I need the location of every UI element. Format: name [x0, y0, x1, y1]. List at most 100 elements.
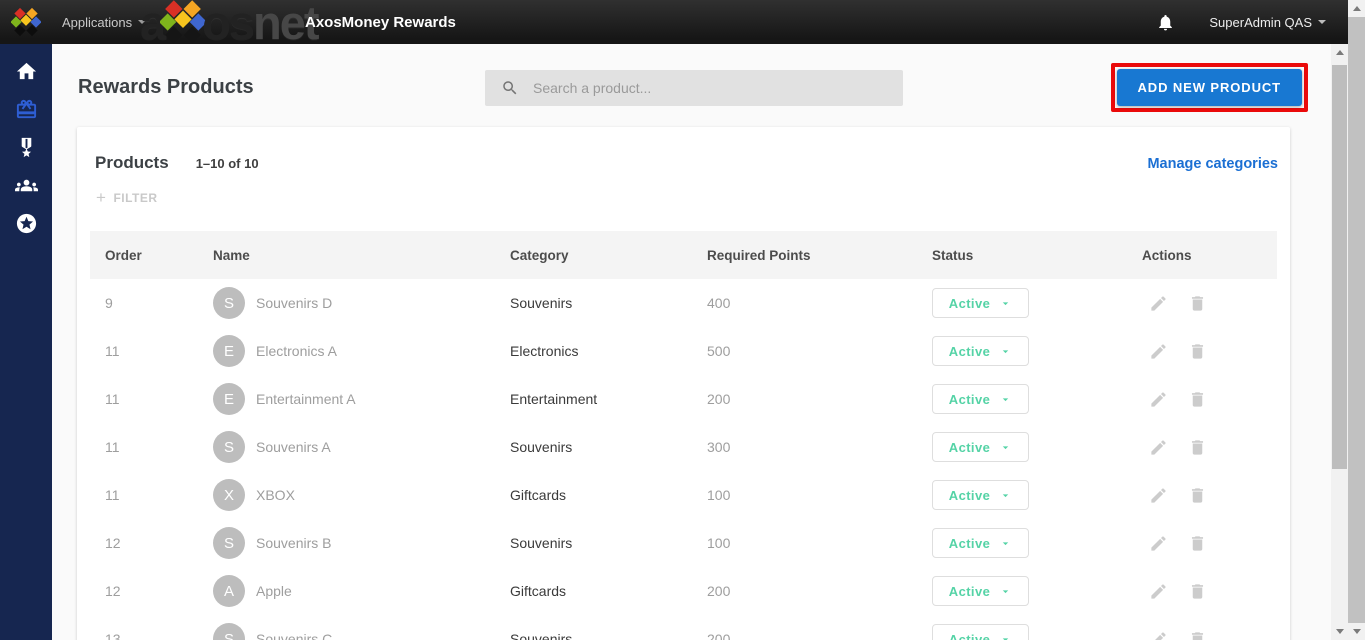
edit-button[interactable] — [1149, 486, 1168, 505]
medal-icon — [21, 137, 31, 158]
notifications-bell-icon[interactable] — [1156, 13, 1175, 32]
chevron-down-icon — [1318, 20, 1326, 24]
table-row: 11 X XBOX Giftcards 100 Active — [90, 471, 1277, 519]
table-row: 9 S Souvenirs D Souvenirs 400 Active — [90, 279, 1277, 327]
points-value: 400 — [707, 295, 731, 311]
add-new-product-button[interactable]: ADD NEW PRODUCT — [1116, 69, 1302, 106]
sidebar-item-home[interactable] — [15, 60, 38, 83]
status-dropdown[interactable]: Active — [932, 624, 1029, 640]
status-dropdown[interactable]: Active — [932, 432, 1029, 462]
edit-button[interactable] — [1149, 534, 1168, 553]
search-input[interactable] — [533, 80, 873, 96]
add-product-highlight: ADD NEW PRODUCT — [1110, 63, 1308, 112]
trash-icon — [1191, 583, 1204, 599]
status-dropdown[interactable]: Active — [932, 576, 1029, 606]
order-value: 13 — [105, 631, 121, 640]
pencil-icon — [1151, 487, 1166, 503]
avatar: A — [213, 575, 245, 607]
delete-button[interactable] — [1188, 630, 1207, 640]
pagination-range: 1–10 of 10 — [195, 156, 259, 171]
main-content: Rewards Products ADD NEW PRODUCT Product… — [52, 44, 1331, 640]
product-name: Souvenirs A — [256, 439, 331, 455]
column-category: Category — [510, 231, 707, 279]
filter-label: FILTER — [113, 191, 158, 205]
window-scrollbar-thumb[interactable] — [1348, 17, 1365, 623]
category-value: Giftcards — [510, 487, 567, 503]
content-scrollbar[interactable] — [1331, 44, 1348, 640]
axosnet-watermark: a os net — [140, 0, 319, 44]
status-dropdown[interactable]: Active — [932, 384, 1029, 414]
delete-button[interactable] — [1188, 294, 1207, 313]
column-actions: Actions — [1142, 231, 1277, 279]
user-menu[interactable]: SuperAdmin QAS — [1209, 15, 1326, 30]
category-value: Souvenirs — [510, 295, 573, 311]
manage-categories-link[interactable]: Manage categories — [1147, 156, 1278, 172]
points-value: 100 — [707, 487, 731, 503]
product-name: Entertainment A — [256, 391, 356, 407]
chevron-down-icon — [1002, 541, 1009, 545]
edit-button[interactable] — [1149, 582, 1168, 601]
delete-button[interactable] — [1188, 486, 1207, 505]
order-value: 11 — [105, 487, 120, 503]
pencil-icon — [1151, 295, 1166, 311]
delete-button[interactable] — [1188, 390, 1207, 409]
gift-icon — [16, 99, 36, 119]
order-value: 11 — [105, 439, 120, 455]
delete-button[interactable] — [1188, 534, 1207, 553]
scroll-up-button[interactable] — [1348, 0, 1365, 17]
status-dropdown[interactable]: Active — [932, 336, 1029, 366]
delete-button[interactable] — [1188, 582, 1207, 601]
column-order: Order — [90, 231, 213, 279]
status-dropdown[interactable]: Active — [932, 288, 1029, 318]
product-name: Souvenirs C — [256, 631, 333, 640]
filter-button[interactable]: + FILTER — [77, 189, 1290, 206]
edit-button[interactable] — [1149, 630, 1168, 640]
status-dropdown[interactable]: Active — [932, 480, 1029, 510]
arrow-down-icon — [1352, 629, 1361, 634]
scroll-down-button[interactable] — [1348, 623, 1365, 640]
delete-button[interactable] — [1188, 342, 1207, 361]
column-status: Status — [932, 231, 1142, 279]
scroll-down-button[interactable] — [1331, 623, 1348, 640]
edit-button[interactable] — [1149, 438, 1168, 457]
category-value: Souvenirs — [510, 439, 573, 455]
delete-button[interactable] — [1188, 438, 1207, 457]
status-dropdown[interactable]: Active — [932, 528, 1029, 558]
edit-button[interactable] — [1149, 342, 1168, 361]
table-row: 13 S Souvenirs C Souvenirs 200 Active — [90, 615, 1277, 640]
sidebar — [0, 44, 52, 640]
star-circle-icon — [16, 213, 36, 234]
sidebar-item-achievements[interactable] — [15, 136, 38, 159]
avatar: E — [213, 383, 245, 415]
points-value: 200 — [707, 391, 731, 407]
product-name: Apple — [256, 583, 292, 599]
table-row: 12 A Apple Giftcards 200 Active — [90, 567, 1277, 615]
content-scrollbar-thumb[interactable] — [1332, 65, 1347, 469]
edit-button[interactable] — [1149, 294, 1168, 313]
sidebar-item-rewards[interactable] — [15, 98, 38, 121]
pencil-icon — [1154, 631, 1166, 640]
sidebar-item-points[interactable] — [15, 212, 38, 235]
sidebar-item-users[interactable] — [14, 174, 38, 197]
table-row: 11 E Entertainment A Entertainment 200 A… — [90, 375, 1277, 423]
status-value: Active — [948, 295, 991, 311]
status-value: Active — [948, 343, 991, 359]
pencil-icon — [1151, 583, 1166, 599]
table-row: 11 E Electronics A Electronics 500 Activ… — [90, 327, 1277, 375]
avatar-initial: S — [223, 534, 234, 552]
user-name: SuperAdmin QAS — [1209, 14, 1312, 30]
avatar: S — [213, 287, 245, 319]
table-row: 11 S Souvenirs A Souvenirs 300 Active — [90, 423, 1277, 471]
avatar-initial: E — [223, 390, 234, 408]
scroll-up-button[interactable] — [1331, 44, 1348, 61]
table-header-row: Order Name Category Required Points Stat… — [90, 231, 1277, 279]
applications-label: Applications — [62, 14, 133, 30]
order-value: 9 — [105, 295, 113, 311]
order-value: 11 — [105, 343, 120, 359]
applications-menu[interactable]: Applications — [62, 14, 147, 30]
edit-button[interactable] — [1149, 390, 1168, 409]
chevron-down-icon — [1002, 589, 1009, 593]
trash-icon — [1191, 343, 1204, 359]
order-value: 11 — [105, 391, 120, 407]
window-scrollbar[interactable] — [1348, 0, 1365, 640]
